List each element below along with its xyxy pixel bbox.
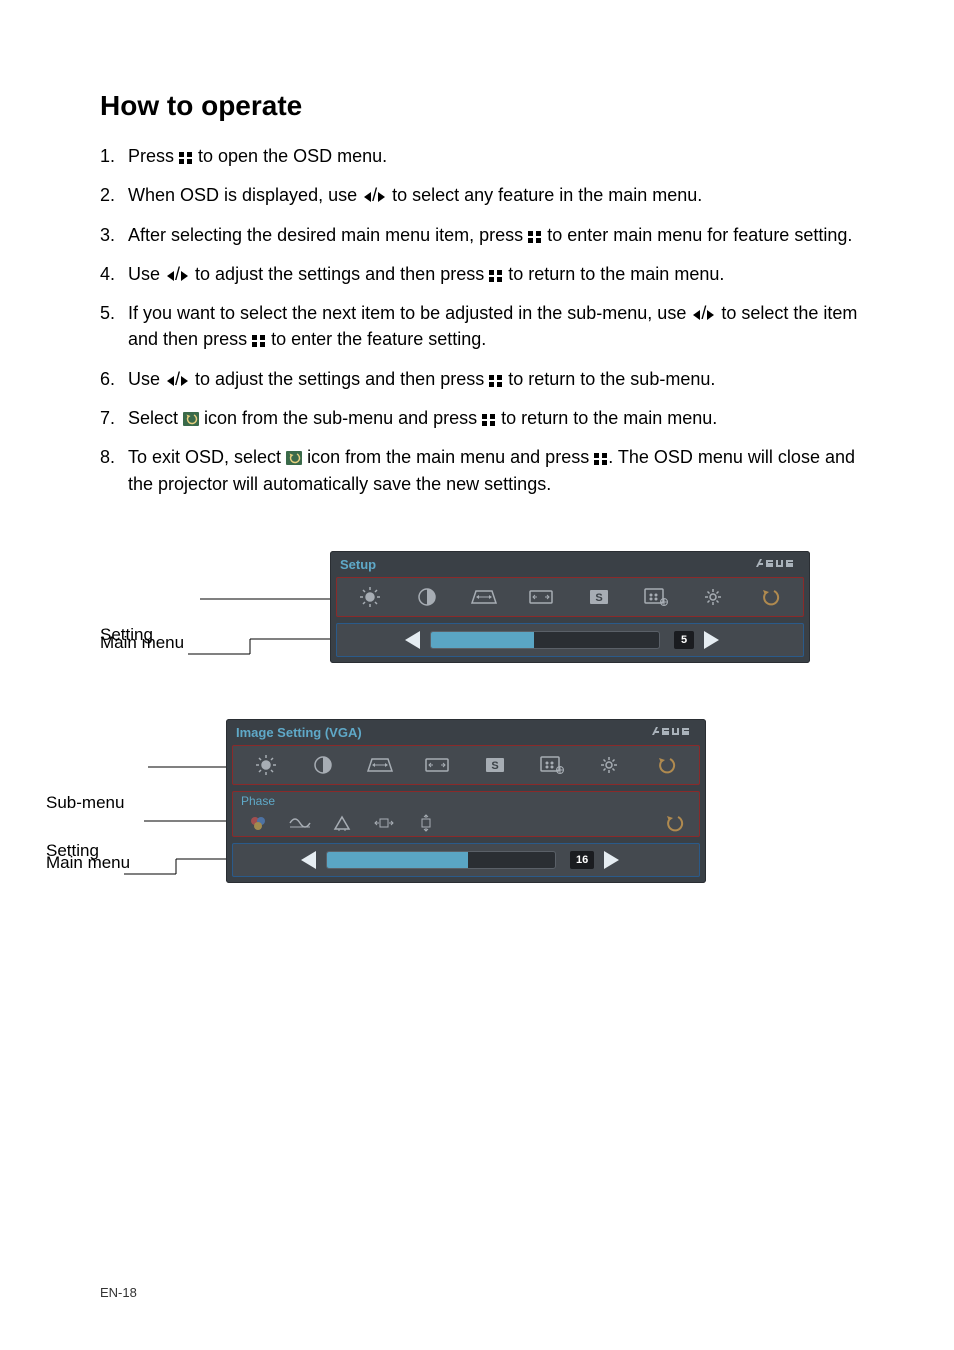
left-icon <box>165 369 175 393</box>
instruction-step: 6.Use / to adjust the settings and then … <box>100 367 859 393</box>
osd-title-2: Image Setting (VGA) <box>226 719 706 742</box>
hposition-icon <box>363 815 405 831</box>
setup-icon <box>693 582 733 612</box>
instruction-list: 1.Press to open the OSD menu. 2.When OSD … <box>100 144 859 496</box>
instruction-step: 1.Press to open the OSD menu. <box>100 144 859 170</box>
osd-figure-2: Main menu Image Setting (VGA) S <box>46 719 859 861</box>
slider-track-2[interactable] <box>326 851 556 869</box>
page-title: How to operate <box>100 90 859 122</box>
asus-logo-icon <box>650 724 696 742</box>
back-box-icon <box>286 447 302 471</box>
aspect-icon <box>417 750 457 780</box>
sub-menu-bar: Phase <box>232 791 700 837</box>
instruction-step: 4.Use / to adjust the settings and then … <box>100 262 859 288</box>
osd-figure-1: Main menu Setup S <box>100 551 859 645</box>
right-icon <box>377 185 387 209</box>
menu-icon <box>179 146 193 170</box>
slider-value-2: 16 <box>570 851 594 869</box>
menu-icon <box>489 264 503 288</box>
back-icon <box>750 582 790 612</box>
instruction-step: 5.If you want to select the next item to… <box>100 301 859 354</box>
svg-text:S: S <box>491 760 498 772</box>
slider-left-arrow[interactable] <box>301 851 316 869</box>
menu-icon <box>528 225 542 249</box>
label-sub-menu: Sub-menu <box>46 793 176 813</box>
color-icon <box>237 814 279 832</box>
main-menu-bar-2: S <box>232 745 700 785</box>
menu-icon <box>252 329 266 353</box>
asus-logo-icon <box>754 556 800 574</box>
frequency-icon <box>321 815 363 831</box>
contrast-icon <box>407 582 447 612</box>
image-setting-icon <box>636 582 676 612</box>
menu-icon <box>482 408 496 432</box>
instruction-step: 7.Select icon from the sub-menu and pres… <box>100 406 859 432</box>
slider-value-1: 5 <box>674 631 694 649</box>
keystone-icon <box>464 582 504 612</box>
right-icon <box>180 369 190 393</box>
brightness-icon <box>350 582 390 612</box>
vposition-icon <box>405 813 447 833</box>
osd-title-1: Setup <box>330 551 810 574</box>
label-setting-1: Setting <box>100 625 230 645</box>
back-icon <box>653 813 695 833</box>
aspect-icon <box>521 582 561 612</box>
slider-bar-2: 16 <box>232 843 700 877</box>
keystone-icon <box>360 750 400 780</box>
slider-right-arrow[interactable] <box>604 851 619 869</box>
brightness-icon <box>246 750 286 780</box>
phase-icon <box>279 815 321 831</box>
instruction-step: 3.After selecting the desired main menu … <box>100 223 859 249</box>
slider-track-1[interactable] <box>430 631 660 649</box>
right-icon <box>180 264 190 288</box>
label-setting-2: Setting <box>46 841 176 861</box>
page-footer: EN-18 <box>100 1285 137 1300</box>
svg-text:S: S <box>595 592 602 604</box>
back-box-icon <box>183 408 199 432</box>
instruction-step: 2.When OSD is displayed, use / to select… <box>100 183 859 209</box>
menu-icon <box>489 369 503 393</box>
slider-left-arrow[interactable] <box>405 631 420 649</box>
left-icon <box>362 185 372 209</box>
menu-icon <box>594 447 608 471</box>
main-menu-bar-1: S <box>336 577 804 617</box>
instruction-step: 8.To exit OSD, select icon from the main… <box>100 445 859 496</box>
slider-bar-1: 5 <box>336 623 804 657</box>
back-icon <box>646 750 686 780</box>
right-icon <box>706 303 716 327</box>
image-setting-icon <box>532 750 572 780</box>
splendid-icon: S <box>475 750 515 780</box>
slider-right-arrow[interactable] <box>704 631 719 649</box>
left-icon <box>165 264 175 288</box>
sub-menu-title: Phase <box>233 794 699 810</box>
osd-panel-2: Image Setting (VGA) S Phase <box>226 719 706 883</box>
contrast-icon <box>303 750 343 780</box>
setup-icon <box>589 750 629 780</box>
osd-panel-1: Setup S <box>330 551 810 663</box>
splendid-icon: S <box>579 582 619 612</box>
left-icon <box>691 303 701 327</box>
